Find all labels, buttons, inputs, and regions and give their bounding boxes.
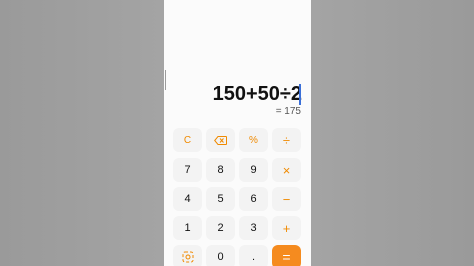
digit-0-button[interactable]: 0 — [206, 245, 235, 266]
digit-8-button[interactable]: 8 — [206, 158, 235, 182]
digit-2-label: 2 — [217, 222, 224, 234]
digit-5-button[interactable]: 5 — [206, 187, 235, 211]
digit-1-label: 1 — [184, 222, 191, 234]
digit-0-label: 0 — [217, 251, 224, 263]
digit-7-button[interactable]: 7 — [173, 158, 202, 182]
digit-9-button[interactable]: 9 — [239, 158, 268, 182]
calculator-screen: 150+50÷2 = 175 C % ÷ 7 8 9 × 4 5 6 − 1 2… — [164, 0, 311, 266]
digit-3-button[interactable]: 3 — [239, 216, 268, 240]
backspace-icon — [214, 135, 227, 145]
add-button[interactable]: + — [272, 216, 301, 240]
right-backdrop — [311, 0, 474, 266]
subtract-label: − — [282, 191, 291, 207]
subtract-button[interactable]: − — [272, 187, 301, 211]
digit-6-button[interactable]: 6 — [239, 187, 268, 211]
text-cursor — [299, 84, 301, 105]
backspace-button[interactable] — [206, 128, 235, 152]
digit-5-label: 5 — [217, 193, 224, 205]
expression-display[interactable]: 150+50÷2 — [213, 83, 302, 105]
multiply-label: × — [282, 162, 291, 178]
divide-button[interactable]: ÷ — [272, 128, 301, 152]
digit-7-label: 7 — [184, 164, 191, 176]
result-preview: = 175 — [275, 106, 301, 117]
decimal-button[interactable]: . — [239, 245, 268, 266]
drag-handle[interactable] — [165, 70, 166, 90]
percent-label: % — [249, 134, 258, 146]
digit-6-label: 6 — [250, 193, 257, 205]
clear-label: C — [183, 134, 192, 146]
digit-1-button[interactable]: 1 — [173, 216, 202, 240]
digit-4-button[interactable]: 4 — [173, 187, 202, 211]
equals-button[interactable]: = — [272, 245, 301, 266]
multiply-button[interactable]: × — [272, 158, 301, 182]
divide-label: ÷ — [282, 132, 291, 148]
convert-button[interactable] — [173, 245, 202, 266]
left-backdrop — [0, 0, 164, 266]
add-label: + — [282, 220, 291, 236]
digit-8-label: 8 — [217, 164, 224, 176]
decimal-label: . — [251, 251, 256, 263]
percent-button[interactable]: % — [239, 128, 268, 152]
equals-label: = — [282, 249, 291, 265]
clear-button[interactable]: C — [173, 128, 202, 152]
digit-9-label: 9 — [250, 164, 257, 176]
digit-3-label: 3 — [250, 222, 257, 234]
convert-icon — [182, 251, 194, 263]
digit-2-button[interactable]: 2 — [206, 216, 235, 240]
digit-4-label: 4 — [184, 193, 191, 205]
